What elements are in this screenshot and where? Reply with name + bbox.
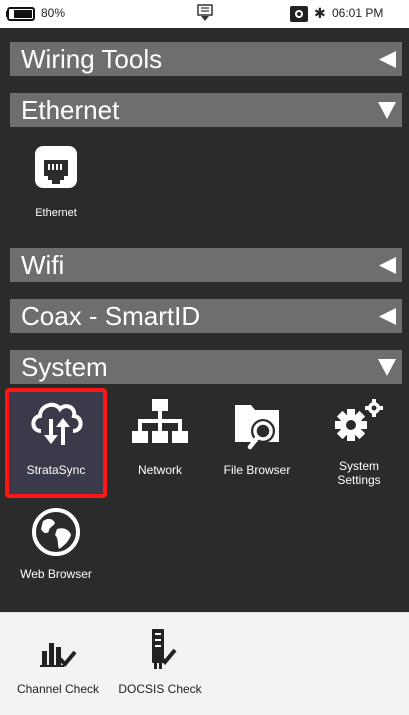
section-label: Wiring Tools xyxy=(21,44,163,74)
app-label: System Settings xyxy=(337,459,381,487)
dock-label: Channel Check xyxy=(16,682,100,696)
section-coax-smartid[interactable]: Coax - SmartID xyxy=(10,299,402,333)
app-label: File Browser xyxy=(223,463,291,477)
section-wifi[interactable]: Wifi xyxy=(10,248,402,282)
app-ethernet[interactable]: Ethernet xyxy=(13,140,99,244)
status-bar: 80% ✱ 06:01 PM xyxy=(0,0,409,29)
app-stratasync[interactable]: StrataSync xyxy=(13,393,99,497)
battery-percent: 80% xyxy=(41,6,66,20)
bluetooth-icon: ✱ xyxy=(314,5,326,21)
bar-chart-check-icon xyxy=(40,643,77,667)
battery-icon xyxy=(6,7,35,21)
folder-search-icon xyxy=(235,405,279,450)
collapsed-arrow-icon xyxy=(379,308,396,325)
section-ethernet[interactable]: Ethernet xyxy=(10,93,402,127)
app-network[interactable]: Network xyxy=(117,393,203,497)
expanded-arrow-icon xyxy=(378,102,396,119)
network-tree-icon xyxy=(132,399,188,443)
expanded-arrow-icon xyxy=(378,359,396,376)
app-screen: 80% ✱ 06:01 PM Wiring Tools Ethernet Eth… xyxy=(0,0,409,715)
dock-label: DOCSIS Check xyxy=(118,682,202,696)
section-label: Coax - SmartID xyxy=(21,301,201,331)
section-label: System xyxy=(21,352,108,382)
app-label: StrataSync xyxy=(26,463,86,477)
section-label: Wifi xyxy=(21,250,65,280)
status-time: 06:01 PM xyxy=(332,6,384,20)
app-label: Network xyxy=(137,463,182,477)
section-system[interactable]: System xyxy=(10,350,402,384)
screenshot-icon xyxy=(290,6,308,22)
collapsed-arrow-icon xyxy=(379,51,396,68)
globe-icon xyxy=(32,508,80,556)
collapsed-arrow-icon xyxy=(379,257,396,274)
cloud-sync-icon xyxy=(31,402,83,445)
app-file-browser[interactable]: File Browser xyxy=(214,393,300,497)
dock-channel-check[interactable]: Channel Check xyxy=(8,633,108,711)
modem-check-icon xyxy=(152,629,177,669)
section-wiring-tools[interactable]: Wiring Tools xyxy=(10,42,402,76)
dock-docsis-check[interactable]: DOCSIS Check xyxy=(108,629,212,711)
section-label: Ethernet xyxy=(21,95,120,125)
bottom-dock: Channel Check DOCSIS Check xyxy=(0,612,409,715)
app-web-browser[interactable]: Web Browser xyxy=(13,505,99,609)
app-system-settings[interactable]: System Settings xyxy=(316,393,402,497)
gears-icon xyxy=(335,399,383,441)
ethernet-port-icon xyxy=(35,146,77,188)
usb-icon xyxy=(197,4,213,21)
app-label: Web Browser xyxy=(20,567,92,581)
app-label: Ethernet xyxy=(35,207,77,219)
